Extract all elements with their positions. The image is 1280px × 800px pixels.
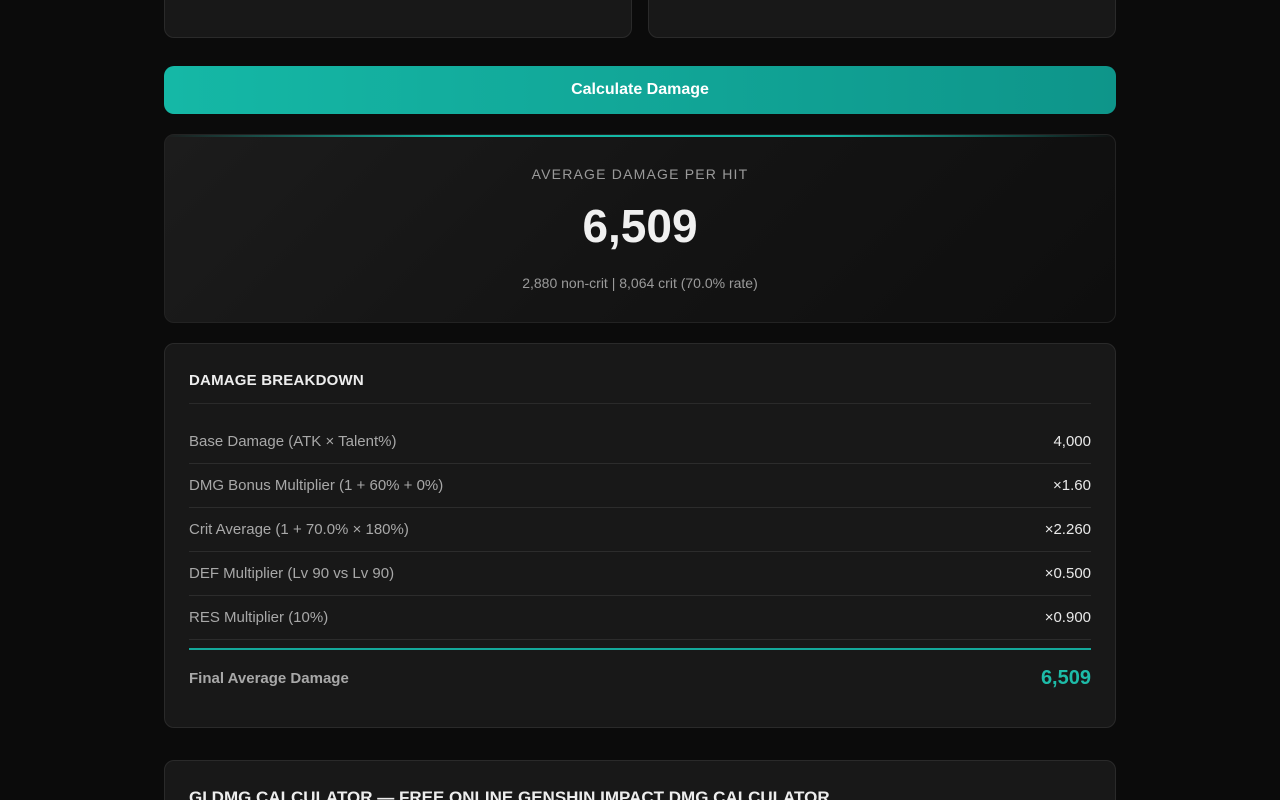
calculate-damage-button[interactable]: Calculate Damage: [164, 66, 1116, 114]
breakdown-row: Crit Average (1 + 70.0% × 180%) ×2.260: [189, 508, 1091, 552]
breakdown-row: DEF Multiplier (Lv 90 vs Lv 90) ×0.500: [189, 552, 1091, 596]
breakdown-row: Base Damage (ATK × Talent%) 4,000: [189, 420, 1091, 464]
crit-summary: 2,880 non-crit | 8,064 crit (70.0% rate): [522, 275, 758, 291]
average-damage-value: 6,509: [582, 200, 698, 252]
breakdown-row-label: Crit Average (1 + 70.0% × 180%): [189, 521, 409, 538]
breakdown-row-label: Base Damage (ATK × Talent%): [189, 433, 397, 450]
damage-breakdown-card: DAMAGE BREAKDOWN Base Damage (ATK × Tale…: [164, 343, 1116, 728]
breakdown-row-label: DMG Bonus Multiplier (1 + 60% + 0%): [189, 477, 444, 494]
breakdown-title: DAMAGE BREAKDOWN: [189, 372, 364, 389]
input-card-left: [164, 0, 632, 38]
breakdown-divider: [189, 403, 1091, 404]
result-accent-line: [165, 135, 1115, 137]
breakdown-row: RES Multiplier (10%) ×0.900: [189, 596, 1091, 640]
final-damage-row: Final Average Damage 6,509: [189, 662, 1091, 694]
final-damage-value: 6,509: [1040, 666, 1091, 689]
breakdown-row-value: 4,000: [1053, 433, 1091, 450]
breakdown-row: DMG Bonus Multiplier (1 + 60% + 0%) ×1.6…: [189, 464, 1091, 508]
breakdown-rows: Base Damage (ATK × Talent%) 4,000 DMG Bo…: [189, 420, 1091, 640]
breakdown-row-value: ×1.60: [1053, 477, 1091, 494]
info-card-title: GI DMG CALCULATOR — FREE ONLINE GENSHIN …: [189, 788, 830, 800]
result-label: AVERAGE DAMAGE PER HIT: [531, 166, 749, 182]
page: Calculate Damage AVERAGE DAMAGE PER HIT …: [0, 0, 1280, 800]
final-damage-label: Final Average Damage: [189, 669, 349, 687]
final-divider: [189, 648, 1091, 650]
breakdown-row-value: ×2.260: [1044, 521, 1091, 538]
breakdown-row-label: DEF Multiplier (Lv 90 vs Lv 90): [189, 565, 395, 582]
breakdown-row-value: ×0.900: [1044, 609, 1091, 626]
breakdown-row-value: ×0.500: [1044, 565, 1091, 582]
result-card: AVERAGE DAMAGE PER HIT 6,509 2,880 non-c…: [164, 134, 1116, 323]
input-card-right: [648, 0, 1116, 38]
breakdown-row-label: RES Multiplier (10%): [189, 609, 329, 626]
info-card: GI DMG CALCULATOR — FREE ONLINE GENSHIN …: [164, 760, 1116, 800]
